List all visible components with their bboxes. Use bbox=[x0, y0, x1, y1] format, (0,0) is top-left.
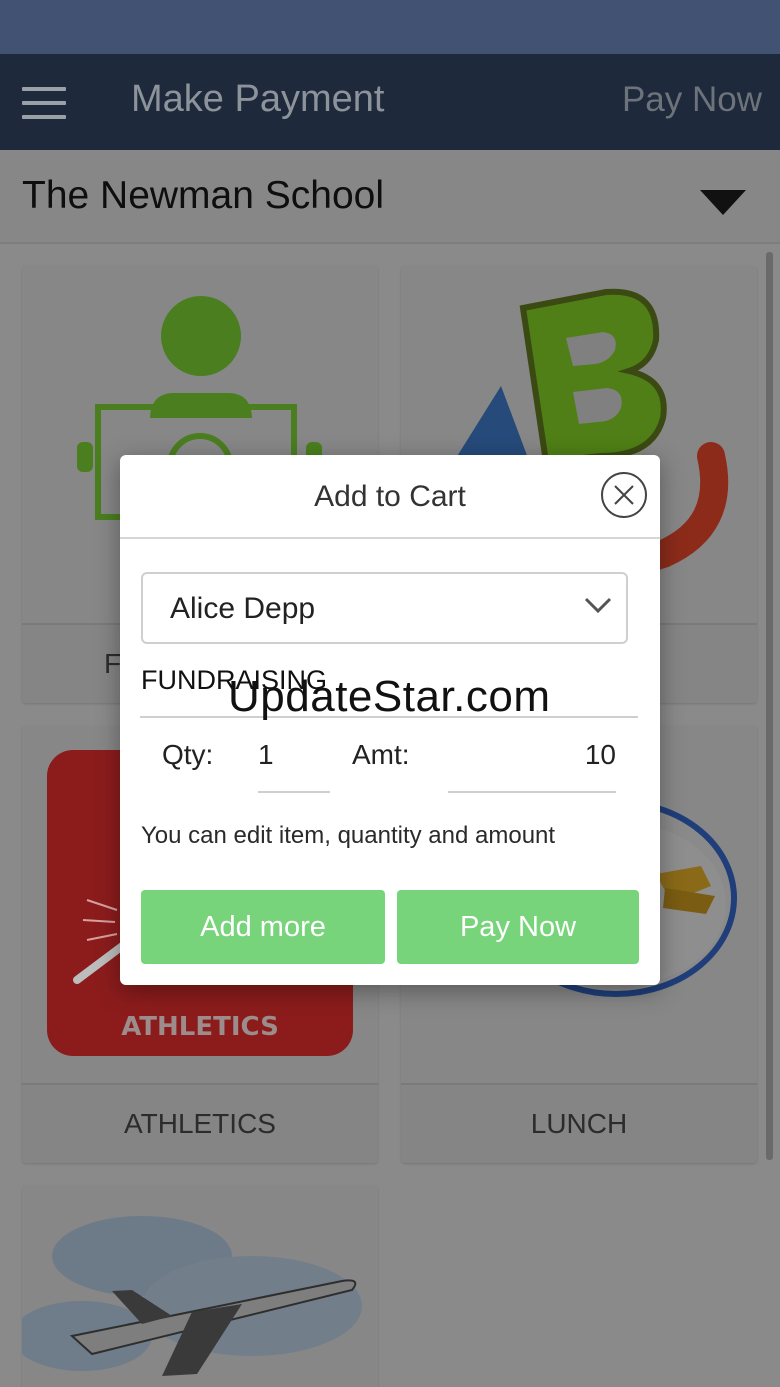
amt-input[interactable]: 10 bbox=[448, 739, 616, 793]
dialog-title: Add to Cart bbox=[314, 480, 466, 513]
menu-icon[interactable] bbox=[22, 87, 66, 119]
scrollbar[interactable] bbox=[766, 252, 773, 1160]
chevron-down-icon bbox=[584, 597, 612, 614]
status-bar bbox=[0, 0, 780, 54]
app-bar: Make Payment Pay Now bbox=[0, 54, 780, 150]
airplane-icon bbox=[22, 1216, 362, 1376]
close-icon bbox=[614, 485, 634, 505]
card-image bbox=[22, 1186, 378, 1387]
dialog-header: Add to Cart bbox=[120, 455, 660, 539]
page-title: Make Payment bbox=[131, 78, 385, 120]
category-card-travel[interactable] bbox=[22, 1186, 378, 1387]
header-pay-now-button[interactable]: Pay Now bbox=[622, 80, 762, 120]
caret-down-icon[interactable] bbox=[700, 190, 746, 215]
pay-now-button[interactable]: Pay Now bbox=[397, 890, 639, 964]
hint-text: You can edit item, quantity and amount bbox=[141, 822, 556, 849]
watermark: UpdateStar.com bbox=[228, 672, 551, 721]
school-name: The Newman School bbox=[22, 174, 385, 217]
card-label: ATHLETICS bbox=[22, 1083, 378, 1163]
close-button[interactable] bbox=[601, 472, 647, 518]
card-label: LUNCH bbox=[401, 1083, 757, 1163]
student-select[interactable]: Alice Depp bbox=[141, 572, 628, 644]
add-more-button[interactable]: Add more bbox=[141, 890, 385, 964]
amt-label: Amt: bbox=[352, 739, 410, 770]
school-selector[interactable]: The Newman School bbox=[0, 150, 780, 244]
athletics-logo-text: ATHLETICS bbox=[121, 1012, 279, 1042]
qty-label: Qty: bbox=[162, 739, 214, 770]
student-select-value: Alice Depp bbox=[170, 592, 316, 625]
qty-input[interactable]: 1 bbox=[258, 739, 330, 793]
